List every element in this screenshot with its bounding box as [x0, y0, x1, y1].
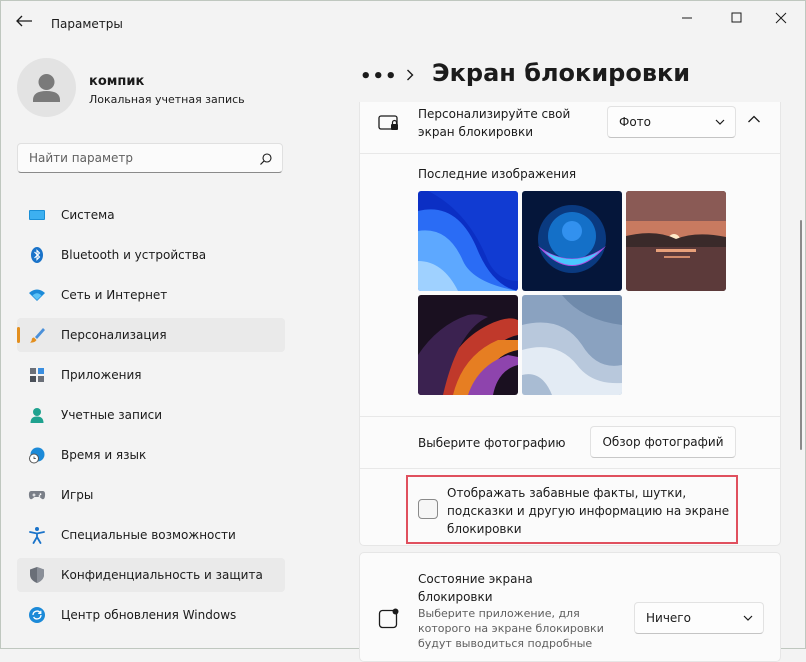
sidebar-item-time-language[interactable]: Время и язык: [17, 438, 285, 472]
scrollbar[interactable]: [800, 220, 802, 450]
sidebar-item-bluetooth[interactable]: Bluetooth и устройства: [17, 238, 285, 272]
apps-icon: [30, 368, 44, 382]
sidebar-item-label: Конфиденциальность и защита: [61, 568, 263, 582]
glow-orb-icon: [522, 191, 622, 291]
selected-indicator: [17, 327, 20, 343]
window-title: Параметры: [51, 17, 123, 31]
minimize-icon[interactable]: [672, 8, 702, 28]
recent-image-thumbnail[interactable]: [418, 295, 518, 395]
sidebar-item-system[interactable]: Система: [17, 198, 285, 232]
title-bar: Параметры: [0, 0, 806, 40]
sidebar-item-network[interactable]: Сеть и Интернет: [17, 278, 285, 312]
bloom-blue-icon: [418, 191, 518, 291]
sidebar-item-label: Учетные записи: [61, 408, 163, 422]
sidebar-item-privacy[interactable]: Конфиденциальность и защита: [17, 558, 285, 592]
search-input[interactable]: [27, 150, 256, 166]
search-box[interactable]: [17, 143, 283, 173]
globe-clock-icon: [29, 447, 45, 464]
bluetooth-icon: [31, 247, 43, 263]
sidebar-item-gaming[interactable]: Игры: [17, 478, 285, 512]
sidebar-item-label: Время и язык: [61, 448, 147, 462]
back-arrow-icon[interactable]: [14, 13, 34, 29]
sidebar-item-label: Игры: [61, 488, 94, 502]
sidebar-item-windows-update[interactable]: Центр обновления Windows: [17, 598, 285, 632]
highlight-box: [406, 475, 738, 544]
lock-status-title: Состояние экрана блокировки: [418, 572, 533, 604]
chevron-down-icon: [743, 615, 753, 621]
maximize-icon[interactable]: [722, 8, 752, 28]
personalize-label: Персонализируйте свой экран блокировки: [418, 107, 571, 139]
close-icon[interactable]: [766, 8, 796, 28]
personalize-selected-value: Фото: [619, 115, 652, 129]
sidebar-item-label: Сеть и Интернет: [61, 288, 168, 302]
search-icon[interactable]: [259, 152, 273, 166]
account-type: Локальная учетная запись: [89, 93, 245, 106]
gamepad-icon: [28, 491, 46, 500]
divider: [360, 416, 780, 417]
choose-photo-label: Выберите фотографию: [418, 436, 566, 450]
sidebar-item-label: Персонализация: [61, 328, 167, 342]
personalize-dropdown[interactable]: Фото: [607, 106, 736, 138]
breadcrumb-overflow-button[interactable]: •••: [360, 66, 398, 87]
brush-icon: [30, 328, 45, 343]
sidebar-item-apps[interactable]: Приложения: [17, 358, 285, 392]
lock-status-selected-value: Ничего: [646, 611, 691, 625]
lock-status-description: Выберите приложение, для которого на экр…: [418, 607, 604, 650]
person-icon: [30, 408, 44, 423]
sidebar-item-personalization[interactable]: Персонализация: [17, 318, 285, 352]
sidebar-item-label: Приложения: [61, 368, 142, 382]
waves-gray-icon: [522, 295, 622, 395]
sidebar-item-label: Bluetooth и устройства: [61, 248, 207, 262]
browse-photos-button[interactable]: Обзор фотографий: [590, 426, 736, 458]
sidebar-item-accounts[interactable]: Учетные записи: [17, 398, 285, 432]
shield-icon: [30, 567, 44, 583]
recent-image-thumbnail[interactable]: [626, 191, 726, 291]
lock-screen-icon: [378, 115, 398, 130]
lock-screen-status-card: Состояние экрана блокировки Выберите при…: [359, 552, 781, 662]
person-avatar-icon: [33, 74, 60, 102]
ribbon-dark-icon: [418, 295, 518, 395]
user-name: компик: [89, 74, 145, 89]
accessibility-icon: [29, 527, 45, 544]
sidebar-item-label: Центр обновления Windows: [61, 608, 237, 622]
recent-image-thumbnail[interactable]: [522, 191, 622, 291]
avatar[interactable]: [17, 58, 76, 117]
sidebar-item-label: Специальные возможности: [61, 528, 236, 542]
wifi-icon: [29, 289, 45, 301]
page-title: Экран блокировки: [432, 59, 691, 87]
monitor-icon: [29, 210, 45, 220]
sunset-lake-icon: [626, 191, 726, 291]
chevron-up-icon[interactable]: [747, 114, 761, 124]
divider: [360, 153, 780, 154]
chevron-down-icon: [715, 119, 725, 125]
recent-images-label: Последние изображения: [418, 167, 577, 181]
divider: [360, 468, 780, 469]
recent-image-thumbnail[interactable]: [418, 191, 518, 291]
update-icon: [29, 607, 45, 623]
recent-image-thumbnail[interactable]: [522, 295, 622, 395]
chevron-right-icon: [407, 69, 414, 81]
lock-status-dropdown[interactable]: Ничего: [634, 602, 764, 634]
sidebar-item-label: Система: [61, 208, 115, 222]
lock-status-app-icon: [378, 608, 399, 629]
sidebar-item-accessibility[interactable]: Специальные возможности: [17, 518, 285, 552]
